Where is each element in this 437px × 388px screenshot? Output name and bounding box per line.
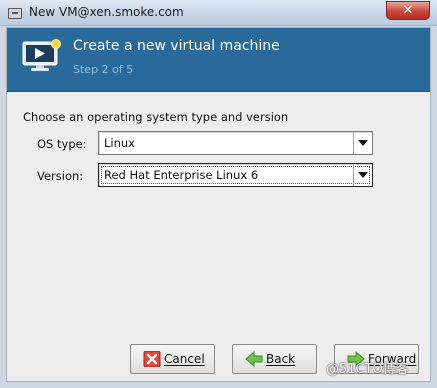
cancel-button[interactable]: Cancel — [130, 344, 215, 374]
title-bar[interactable]: New VM@xen.smoke.com ✕ — [0, 0, 437, 26]
os-type-select[interactable]: Linux — [98, 131, 373, 155]
chevron-down-icon[interactable] — [353, 132, 372, 154]
section-heading: Choose an operating system type and vers… — [23, 110, 289, 124]
virtual-machine-icon — [22, 39, 61, 71]
wizard-banner: Create a new virtual machine Step 2 of 5 — [7, 28, 430, 92]
back-label: Back — [266, 352, 296, 366]
version-label: Version: — [37, 169, 84, 183]
window-title: New VM@xen.smoke.com — [29, 5, 184, 19]
version-select[interactable]: Red Hat Enterprise Linux 6 — [98, 163, 373, 187]
close-button[interactable]: ✕ — [386, 1, 430, 20]
window-menu-icon[interactable] — [8, 8, 22, 19]
chevron-down-icon[interactable] — [353, 164, 372, 186]
wizard-title: Create a new virtual machine — [73, 38, 280, 54]
wizard-step: Step 2 of 5 — [73, 63, 134, 76]
cancel-icon — [143, 351, 161, 367]
cancel-label: Cancel — [164, 352, 205, 366]
dialog-content: Create a new virtual machine Step 2 of 5… — [6, 27, 431, 382]
dialog-window: New VM@xen.smoke.com ✕ Create a new virt… — [0, 0, 437, 388]
version-value: Red Hat Enterprise Linux 6 — [104, 168, 259, 182]
os-type-label: OS type: — [37, 137, 87, 151]
watermark: @51CTO博客 — [326, 362, 409, 377]
back-button[interactable]: Back — [232, 344, 317, 374]
os-type-value: Linux — [104, 136, 135, 150]
arrow-left-icon — [245, 351, 263, 367]
